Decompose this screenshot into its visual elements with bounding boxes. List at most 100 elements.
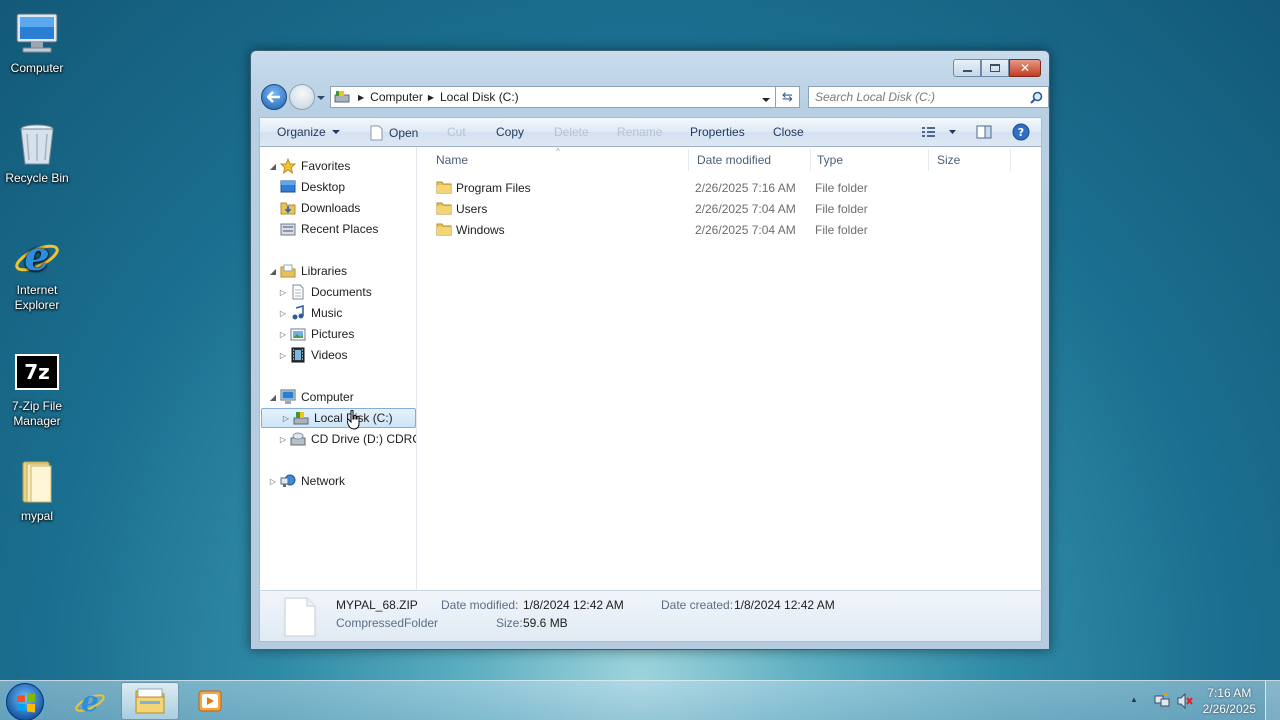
minimize-button[interactable] [953, 59, 981, 77]
hand-cursor-icon [346, 409, 361, 433]
taskbar-windows-explorer[interactable] [121, 682, 179, 720]
open-button[interactable]: Open [370, 125, 418, 141]
expand-icon[interactable]: ▷ [281, 414, 291, 423]
help-icon: ? [1012, 123, 1030, 141]
expand-icon[interactable]: ▷ [268, 477, 278, 486]
svg-text:e: e [81, 685, 99, 717]
file-date: 2/26/2025 7:16 AM [695, 181, 796, 195]
delete-button[interactable]: Delete [554, 125, 589, 139]
svg-text:e: e [24, 233, 49, 280]
expand-icon[interactable]: ▷ [278, 435, 288, 444]
downloads-folder-icon [280, 200, 296, 216]
expand-icon[interactable]: ▷ [278, 330, 288, 339]
forward-button[interactable] [289, 84, 315, 110]
rename-button[interactable]: Rename [617, 125, 662, 139]
sort-ascending-icon: ^ [556, 147, 560, 156]
network-tray-icon[interactable] [1154, 693, 1170, 712]
collapse-icon[interactable]: ◢ [268, 267, 278, 276]
search-placeholder: Search Local Disk (C:) [815, 90, 936, 104]
close-window-button[interactable]: ✕ [1009, 59, 1041, 77]
start-button[interactable] [6, 683, 44, 720]
expand-icon[interactable]: ▷ [278, 309, 288, 318]
file-row[interactable]: Program Files 2/26/2025 7:16 AM File fol… [436, 178, 1036, 198]
desktop-icon-computer[interactable]: Computer [2, 10, 72, 76]
recent-pages-button[interactable] [316, 91, 326, 101]
file-type: File folder [815, 181, 868, 195]
tree-item-downloads[interactable]: Downloads [278, 198, 360, 218]
expand-icon[interactable]: ▷ [278, 351, 288, 360]
collapse-icon[interactable]: ◢ [268, 393, 278, 402]
column-header-date-modified[interactable]: Date modified [697, 153, 771, 167]
help-button[interactable]: ? [1012, 123, 1030, 144]
tree-label: Documents [311, 285, 372, 299]
tree-label: CD Drive (D:) CDROM [311, 432, 416, 446]
desktop-icon-7zip[interactable]: 7z 7-Zip File Manager [2, 350, 72, 429]
address-bar[interactable]: ▶ Computer ▶ Local Disk (C:) [330, 86, 776, 108]
tree-item-computer[interactable]: ◢ Computer [268, 387, 354, 407]
tree-item-network[interactable]: ▷ Network [268, 471, 345, 491]
tree-item-music[interactable]: ▷ Music [278, 303, 342, 323]
tree-item-favorites[interactable]: ◢ Favorites [268, 156, 350, 176]
collapse-icon[interactable]: ◢ [268, 162, 278, 171]
column-header-type[interactable]: Type [817, 153, 843, 167]
libraries-icon [280, 263, 296, 279]
column-separator[interactable] [688, 149, 689, 171]
breadcrumb-separator[interactable]: ▶ [358, 93, 364, 102]
desktop-icon-internet-explorer[interactable]: e Internet Explorer [2, 232, 72, 313]
breadcrumb-separator[interactable]: ▶ [428, 93, 434, 102]
refresh-button[interactable]: ⇆ [776, 86, 800, 108]
maximize-button[interactable] [981, 59, 1009, 77]
refresh-icon: ⇆ [782, 89, 793, 104]
organize-button[interactable]: Organize [277, 125, 340, 139]
tree-item-recent-places[interactable]: Recent Places [278, 219, 378, 239]
taskbar-internet-explorer[interactable]: e [61, 682, 119, 720]
show-desktop-button[interactable] [1265, 681, 1280, 720]
back-button[interactable] [261, 84, 287, 110]
tree-item-pictures[interactable]: ▷ Pictures [278, 324, 354, 344]
close-button[interactable]: Close [773, 125, 804, 139]
column-header-size[interactable]: Size [937, 153, 960, 167]
tree-item-documents[interactable]: ▷ Documents [278, 282, 372, 302]
tree-label: Downloads [301, 201, 361, 215]
drive-icon [293, 410, 309, 426]
view-details-icon [922, 127, 956, 137]
preview-pane-button[interactable] [976, 124, 992, 143]
column-separator[interactable] [1010, 149, 1011, 171]
volume-muted-icon[interactable] [1177, 692, 1193, 712]
tree-item-local-disk[interactable]: ▷ Local Disk (C:) [261, 408, 416, 428]
file-name: Windows [456, 223, 505, 237]
details-date-modified: 1/8/2024 12:42 AM [523, 598, 624, 612]
desktop-icon-mypal[interactable]: mypal [2, 458, 72, 524]
recent-places-icon [280, 221, 296, 237]
copy-button[interactable]: Copy [496, 125, 524, 139]
show-hidden-icons-button[interactable]: ▲ [1130, 695, 1138, 704]
expand-icon[interactable]: ▷ [278, 288, 288, 297]
tree-item-libraries[interactable]: ◢ Libraries [268, 261, 347, 281]
tree-item-videos[interactable]: ▷ Videos [278, 345, 347, 365]
desktop-icon-label: Recycle Bin [5, 171, 69, 185]
file-list: Name ^ Date modified Type Size Program F… [418, 147, 1041, 590]
search-input[interactable]: Search Local Disk (C:) [808, 86, 1049, 108]
search-icon[interactable] [1030, 91, 1043, 107]
file-name: Program Files [456, 181, 531, 195]
command-bar: Organize Open Cut Copy Delete Rename Pro… [259, 117, 1042, 147]
column-header-name[interactable]: Name [436, 153, 468, 167]
column-separator[interactable] [928, 149, 929, 171]
column-separator[interactable] [810, 149, 811, 171]
tree-label: Computer [301, 390, 354, 404]
clock[interactable]: 7:16 AM 2/26/2025 [1203, 685, 1256, 717]
properties-button[interactable]: Properties [690, 125, 745, 139]
desktop-icon-recycle-bin[interactable]: Recycle Bin [2, 120, 72, 186]
network-icon [280, 473, 296, 489]
address-dropdown-button[interactable] [761, 93, 771, 107]
cut-button[interactable]: Cut [447, 125, 466, 139]
taskbar-media-player[interactable] [181, 682, 239, 720]
breadcrumb-computer[interactable]: Computer [370, 90, 423, 104]
file-row[interactable]: Windows 2/26/2025 7:04 AM File folder [436, 220, 1036, 240]
seven-zip-glyph: 7z [17, 356, 57, 388]
tree-item-desktop[interactable]: Desktop [278, 177, 345, 197]
documents-icon [290, 284, 306, 300]
file-row[interactable]: Users 2/26/2025 7:04 AM File folder [436, 199, 1036, 219]
breadcrumb-local-disk[interactable]: Local Disk (C:) [440, 90, 519, 104]
change-view-button[interactable] [921, 125, 957, 142]
